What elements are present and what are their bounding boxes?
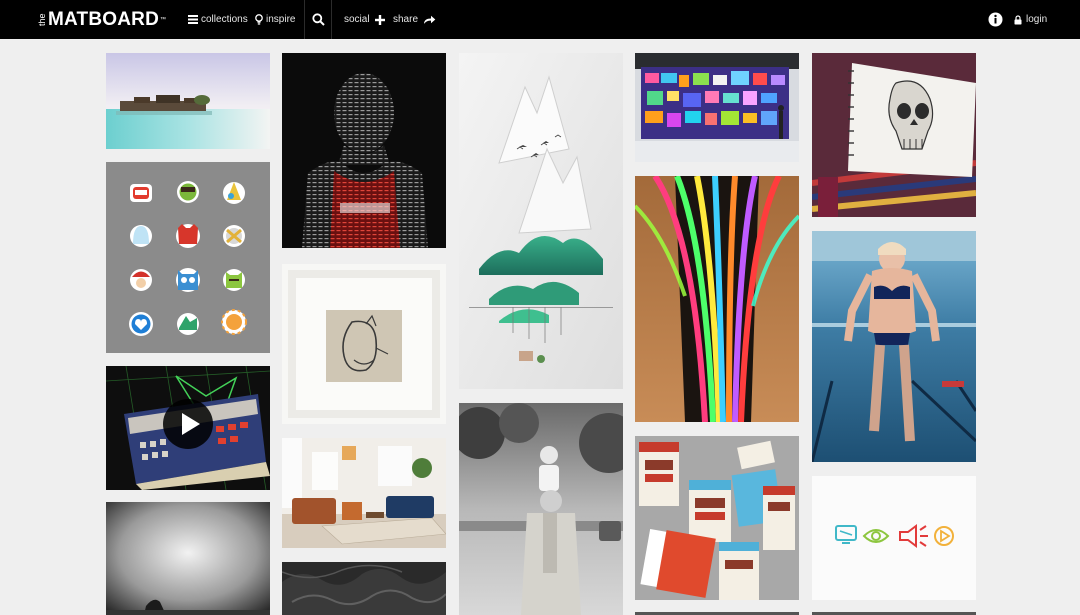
icon-set[interactable] [812,476,976,600]
living-room-interior[interactable] [282,438,446,548]
nav-collections[interactable]: collections [188,0,248,39]
framed-cat-sketch[interactable] [282,264,446,424]
neon-zebra-stripes[interactable] [635,176,799,422]
top-navigation-bar: the MATBOARD ™ collections inspire socia… [0,0,1080,39]
play-icon[interactable] [162,398,214,450]
nav-inspire-label: inspire [266,14,296,25]
matboard-logo[interactable]: the MATBOARD ™ [36,8,166,32]
search-button[interactable] [304,0,332,39]
search-icon [311,13,325,26]
logo-trademark: ™ [160,17,167,23]
share-arrow-icon [418,15,436,25]
tropical-resort-photo[interactable] [106,53,270,149]
info-icon [988,12,1003,27]
iced-coffee-packaging[interactable] [635,436,799,600]
misty-seascape-photo[interactable] [106,502,270,615]
nav-social[interactable]: social [344,0,385,39]
logo-prefix: the [37,13,47,26]
nav-collections-label: collections [201,14,248,25]
paper-mountain-art[interactable] [459,53,623,389]
nav-social-label: social [344,14,370,25]
info-button[interactable] [987,0,1003,39]
plus-icon [370,14,385,25]
login-label: login [1026,14,1048,25]
nav-share[interactable]: share [393,0,436,39]
embossed-texture[interactable] [282,562,446,615]
logo-wordmark: MATBOARD [48,9,160,30]
nav-share-label: share [393,14,419,25]
synth-keyboard-video[interactable] [106,366,270,490]
vintage-father-son-photo[interactable] [459,403,623,615]
skull-sketchbook[interactable] [812,53,976,217]
nav-inspire[interactable]: inspire [255,0,295,39]
data-wall-display[interactable] [635,53,799,162]
lock-icon [1014,14,1026,25]
lightbulb-icon [255,13,266,26]
login-link[interactable]: login [1014,0,1047,39]
underwater-swimmer[interactable] [812,231,976,462]
emoji-sticker-set[interactable] [106,162,270,353]
typographic-basketball-portrait[interactable] [282,53,446,248]
list-icon [188,15,201,24]
